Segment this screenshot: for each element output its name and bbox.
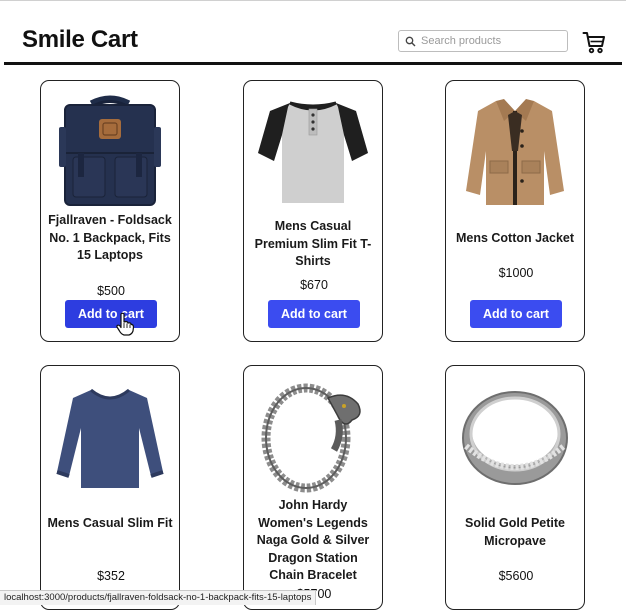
product-card[interactable]: Fjallraven - Foldsack No. 1 Backpack, Fi… [40,80,180,342]
product-card[interactable]: Mens Casual Premium Slim Fit T-Shirts $6… [243,80,383,342]
backpack-icon [59,95,161,206]
status-bar-url: localhost:3000/products/fjallraven-folds… [0,590,317,605]
product-card[interactable]: Solid Gold Petite Micropave $5600 [445,365,585,610]
search-input[interactable] [421,33,561,49]
product-title[interactable]: Mens Casual Premium Slim Fit T-Shirts [250,218,376,271]
hand-pointer-icon [116,312,134,336]
product-price: $500 [97,284,125,298]
search-box[interactable] [398,30,568,52]
product-title[interactable]: Fjallraven - Foldsack No. 1 Backpack, Fi… [47,212,173,265]
shopping-cart-icon[interactable] [582,30,606,54]
ring-icon [462,391,568,485]
longsleeve-shirt-icon [56,388,164,488]
brand-title[interactable]: Smile Cart [22,26,138,54]
tshirt-icon [258,101,368,203]
add-to-cart-button[interactable]: Add to cart [65,300,157,328]
site-header: Smile Cart [4,0,622,65]
product-title[interactable]: John Hardy Women's Legends Naga Gold & S… [250,497,376,585]
product-price: $5600 [498,569,534,583]
product-title[interactable]: Solid Gold Petite Micropave [452,515,578,550]
add-to-cart-button[interactable]: Add to cart [470,300,562,328]
product-price: $1000 [498,266,534,280]
product-title[interactable]: Mens Casual Slim Fit [47,515,173,533]
search-icon [405,36,416,47]
product-card[interactable]: Mens Casual Slim Fit $352 [40,365,180,610]
product-price: $670 [300,278,328,292]
product-card[interactable]: John Hardy Women's Legends Naga Gold & S… [243,365,383,610]
product-card[interactable]: Mens Cotton Jacket $1000 Add to cart [445,80,585,342]
product-price: $352 [97,569,125,583]
jacket-icon [466,99,564,205]
product-title[interactable]: Mens Cotton Jacket [452,230,578,248]
bracelet-icon [261,383,361,493]
add-to-cart-button[interactable]: Add to cart [268,300,360,328]
